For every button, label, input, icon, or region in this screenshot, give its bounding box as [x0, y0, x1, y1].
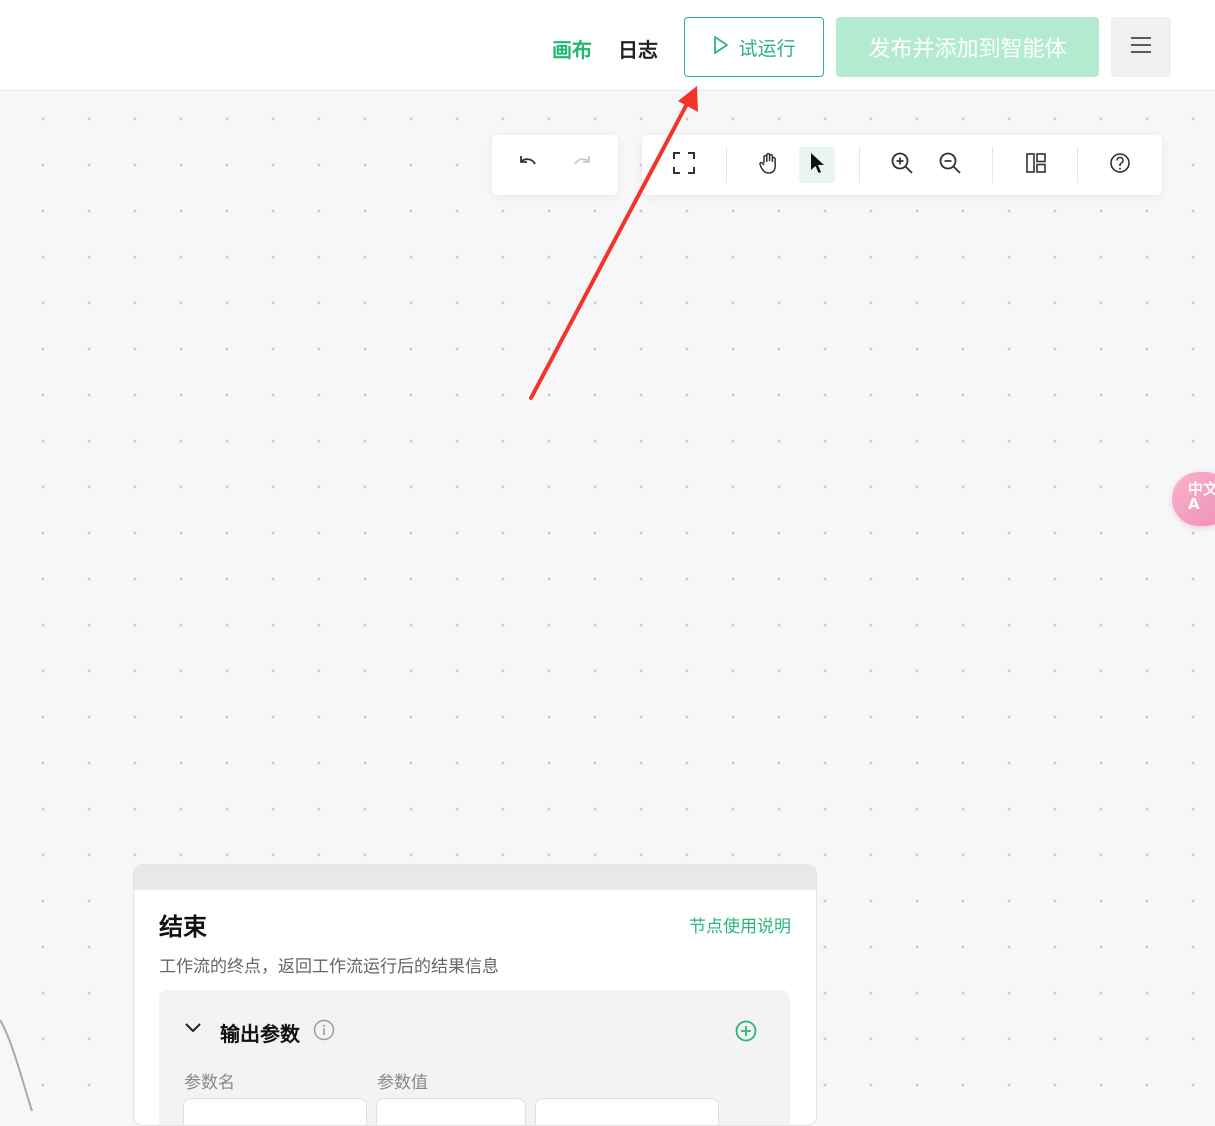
node-header-bar — [134, 865, 816, 890]
end-node-card[interactable]: 结束 节点使用说明 工作流的终点，返回工作流运行后的结果信息 输出参数 参数名 … — [133, 864, 817, 1126]
add-param-icon[interactable] — [735, 1020, 757, 1046]
param-name-input[interactable] — [183, 1098, 367, 1125]
param-value-header: 参数值 — [377, 1073, 428, 1093]
info-icon[interactable] — [313, 1019, 335, 1045]
param-value-type-select[interactable] — [376, 1098, 526, 1125]
node-title: 结束 — [159, 913, 207, 941]
connection-edge — [0, 1019, 33, 1111]
chevron-down-icon[interactable] — [183, 1018, 203, 1042]
param-name-header: 参数名 — [184, 1073, 235, 1093]
node-help-link[interactable]: 节点使用说明 — [689, 912, 791, 937]
param-value-input[interactable] — [535, 1098, 719, 1125]
node-description: 工作流的终点，返回工作流运行后的结果信息 — [159, 957, 499, 977]
output-params-title: 输出参数 — [220, 1022, 300, 1046]
output-params-panel: 输出参数 参数名 参数值 — [159, 990, 790, 1125]
